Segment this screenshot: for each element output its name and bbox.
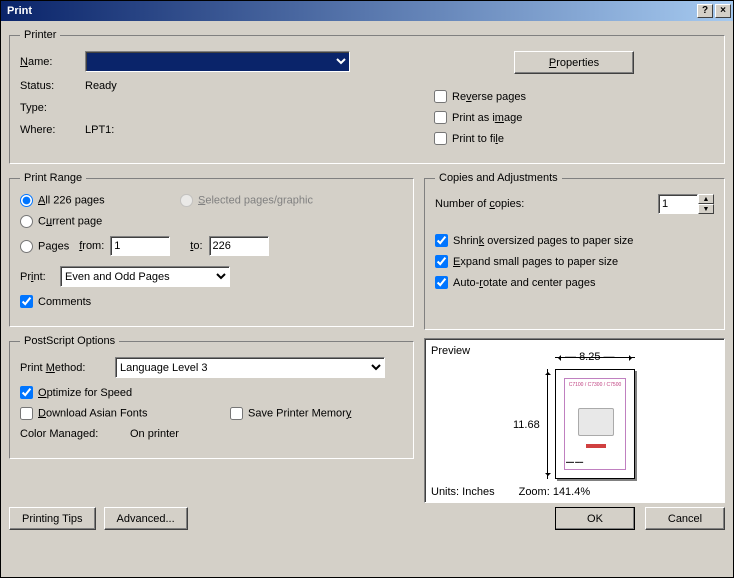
preview-units: Units: Inches	[431, 486, 495, 498]
pages-radio[interactable]	[20, 240, 33, 253]
print-range-group: Print Range All 226 pages Selected pages…	[9, 172, 414, 327]
print-to-file-checkbox[interactable]	[434, 132, 447, 145]
copies-legend: Copies and Adjustments	[435, 172, 562, 184]
from-label: from:	[79, 240, 104, 252]
expand-checkbox[interactable]	[435, 255, 448, 268]
autorotate-label: Auto-rotate and center pages	[453, 277, 596, 289]
print-method-select[interactable]: Language Level 3	[115, 357, 385, 378]
print-to-file-label: Print to file	[452, 133, 504, 145]
preview-width: — 8.25 —	[565, 351, 615, 363]
expand-label: Expand small pages to paper size	[453, 256, 618, 268]
properties-button[interactable]: Properties	[514, 51, 634, 74]
ok-button[interactable]: OK	[555, 507, 635, 530]
titlebar: Print ? ×	[1, 1, 733, 21]
from-input[interactable]	[110, 236, 170, 256]
preview-page: C7100 / C7300 / C7500 ▬▬ ▬▬	[555, 369, 635, 479]
print-label: Print:	[20, 271, 60, 283]
print-odd-even-select[interactable]: Even and Odd Pages	[60, 266, 230, 287]
print-as-image-checkbox[interactable]	[434, 111, 447, 124]
close-button[interactable]: ×	[715, 4, 731, 18]
all-pages-label: All 226 pages	[38, 194, 105, 206]
preview-zoom: Zoom: 141.4%	[519, 486, 591, 498]
color-managed-value: On printer	[130, 428, 179, 440]
optimize-speed-checkbox[interactable]	[20, 386, 33, 399]
num-copies-input[interactable]	[658, 194, 698, 214]
name-label: Name:	[20, 56, 85, 68]
to-input[interactable]	[209, 236, 269, 256]
preview-label: Preview	[431, 345, 470, 357]
window-title: Print	[3, 5, 695, 17]
selected-radio	[180, 194, 193, 207]
selected-label: Selected pages/graphic	[198, 194, 313, 206]
advanced-button[interactable]: Advanced...	[104, 507, 188, 530]
print-range-legend: Print Range	[20, 172, 86, 184]
comments-checkbox[interactable]	[20, 295, 33, 308]
comments-label: Comments	[38, 296, 91, 308]
current-page-radio[interactable]	[20, 215, 33, 228]
copies-down-button[interactable]: ▼	[698, 204, 714, 214]
shrink-checkbox[interactable]	[435, 234, 448, 247]
height-arrow	[547, 369, 548, 479]
print-method-label: Print Method:	[20, 362, 115, 374]
where-label: Where:	[20, 124, 85, 136]
preview-panel: Preview — 8.25 — 11.68 C7100 / C7300 / C…	[424, 338, 725, 503]
pages-label: Pages	[38, 240, 69, 252]
printing-tips-button[interactable]: Printing Tips	[9, 507, 96, 530]
page-accent	[586, 444, 606, 448]
type-label: Type:	[20, 102, 85, 114]
save-memory-label: Save Printer Memory	[248, 407, 351, 419]
shrink-label: Shrink oversized pages to paper size	[453, 235, 633, 247]
optimize-speed-label: Optimize for Speed	[38, 387, 132, 399]
status-value: Ready	[85, 80, 414, 92]
all-pages-radio[interactable]	[20, 194, 33, 207]
reverse-pages-label: Reverse pages	[452, 91, 526, 103]
reverse-pages-checkbox[interactable]	[434, 90, 447, 103]
cancel-button[interactable]: Cancel	[645, 507, 725, 530]
current-page-label: Current page	[38, 215, 102, 227]
download-asian-label: Download Asian Fonts	[38, 407, 147, 419]
page-printer-image	[578, 408, 614, 436]
printer-name-select[interactable]	[85, 51, 350, 72]
save-memory-checkbox[interactable]	[230, 407, 243, 420]
postscript-legend: PostScript Options	[20, 335, 119, 347]
help-button[interactable]: ?	[697, 4, 713, 18]
page-header-text: C7100 / C7300 / C7500	[556, 382, 634, 388]
preview-height: 11.68	[513, 419, 540, 431]
where-value: LPT1:	[85, 124, 414, 136]
printer-group: Printer Name: Status: Ready Type: Where:…	[9, 29, 725, 164]
color-managed-label: Color Managed:	[20, 428, 130, 440]
copies-group: Copies and Adjustments Number of copies:…	[424, 172, 725, 330]
autorotate-checkbox[interactable]	[435, 276, 448, 289]
page-footer-text: ▬▬ ▬▬	[566, 459, 583, 464]
print-dialog: Print ? × Printer Name: Status: Ready Ty…	[0, 0, 734, 578]
download-asian-checkbox[interactable]	[20, 407, 33, 420]
copies-up-button[interactable]: ▲	[698, 194, 714, 204]
printer-legend: Printer	[20, 29, 60, 41]
postscript-group: PostScript Options Print Method: Languag…	[9, 335, 414, 459]
num-copies-label: Number of copies:	[435, 198, 658, 210]
print-as-image-label: Print as image	[452, 112, 522, 124]
status-label: Status:	[20, 80, 85, 92]
to-label: to:	[190, 240, 202, 252]
